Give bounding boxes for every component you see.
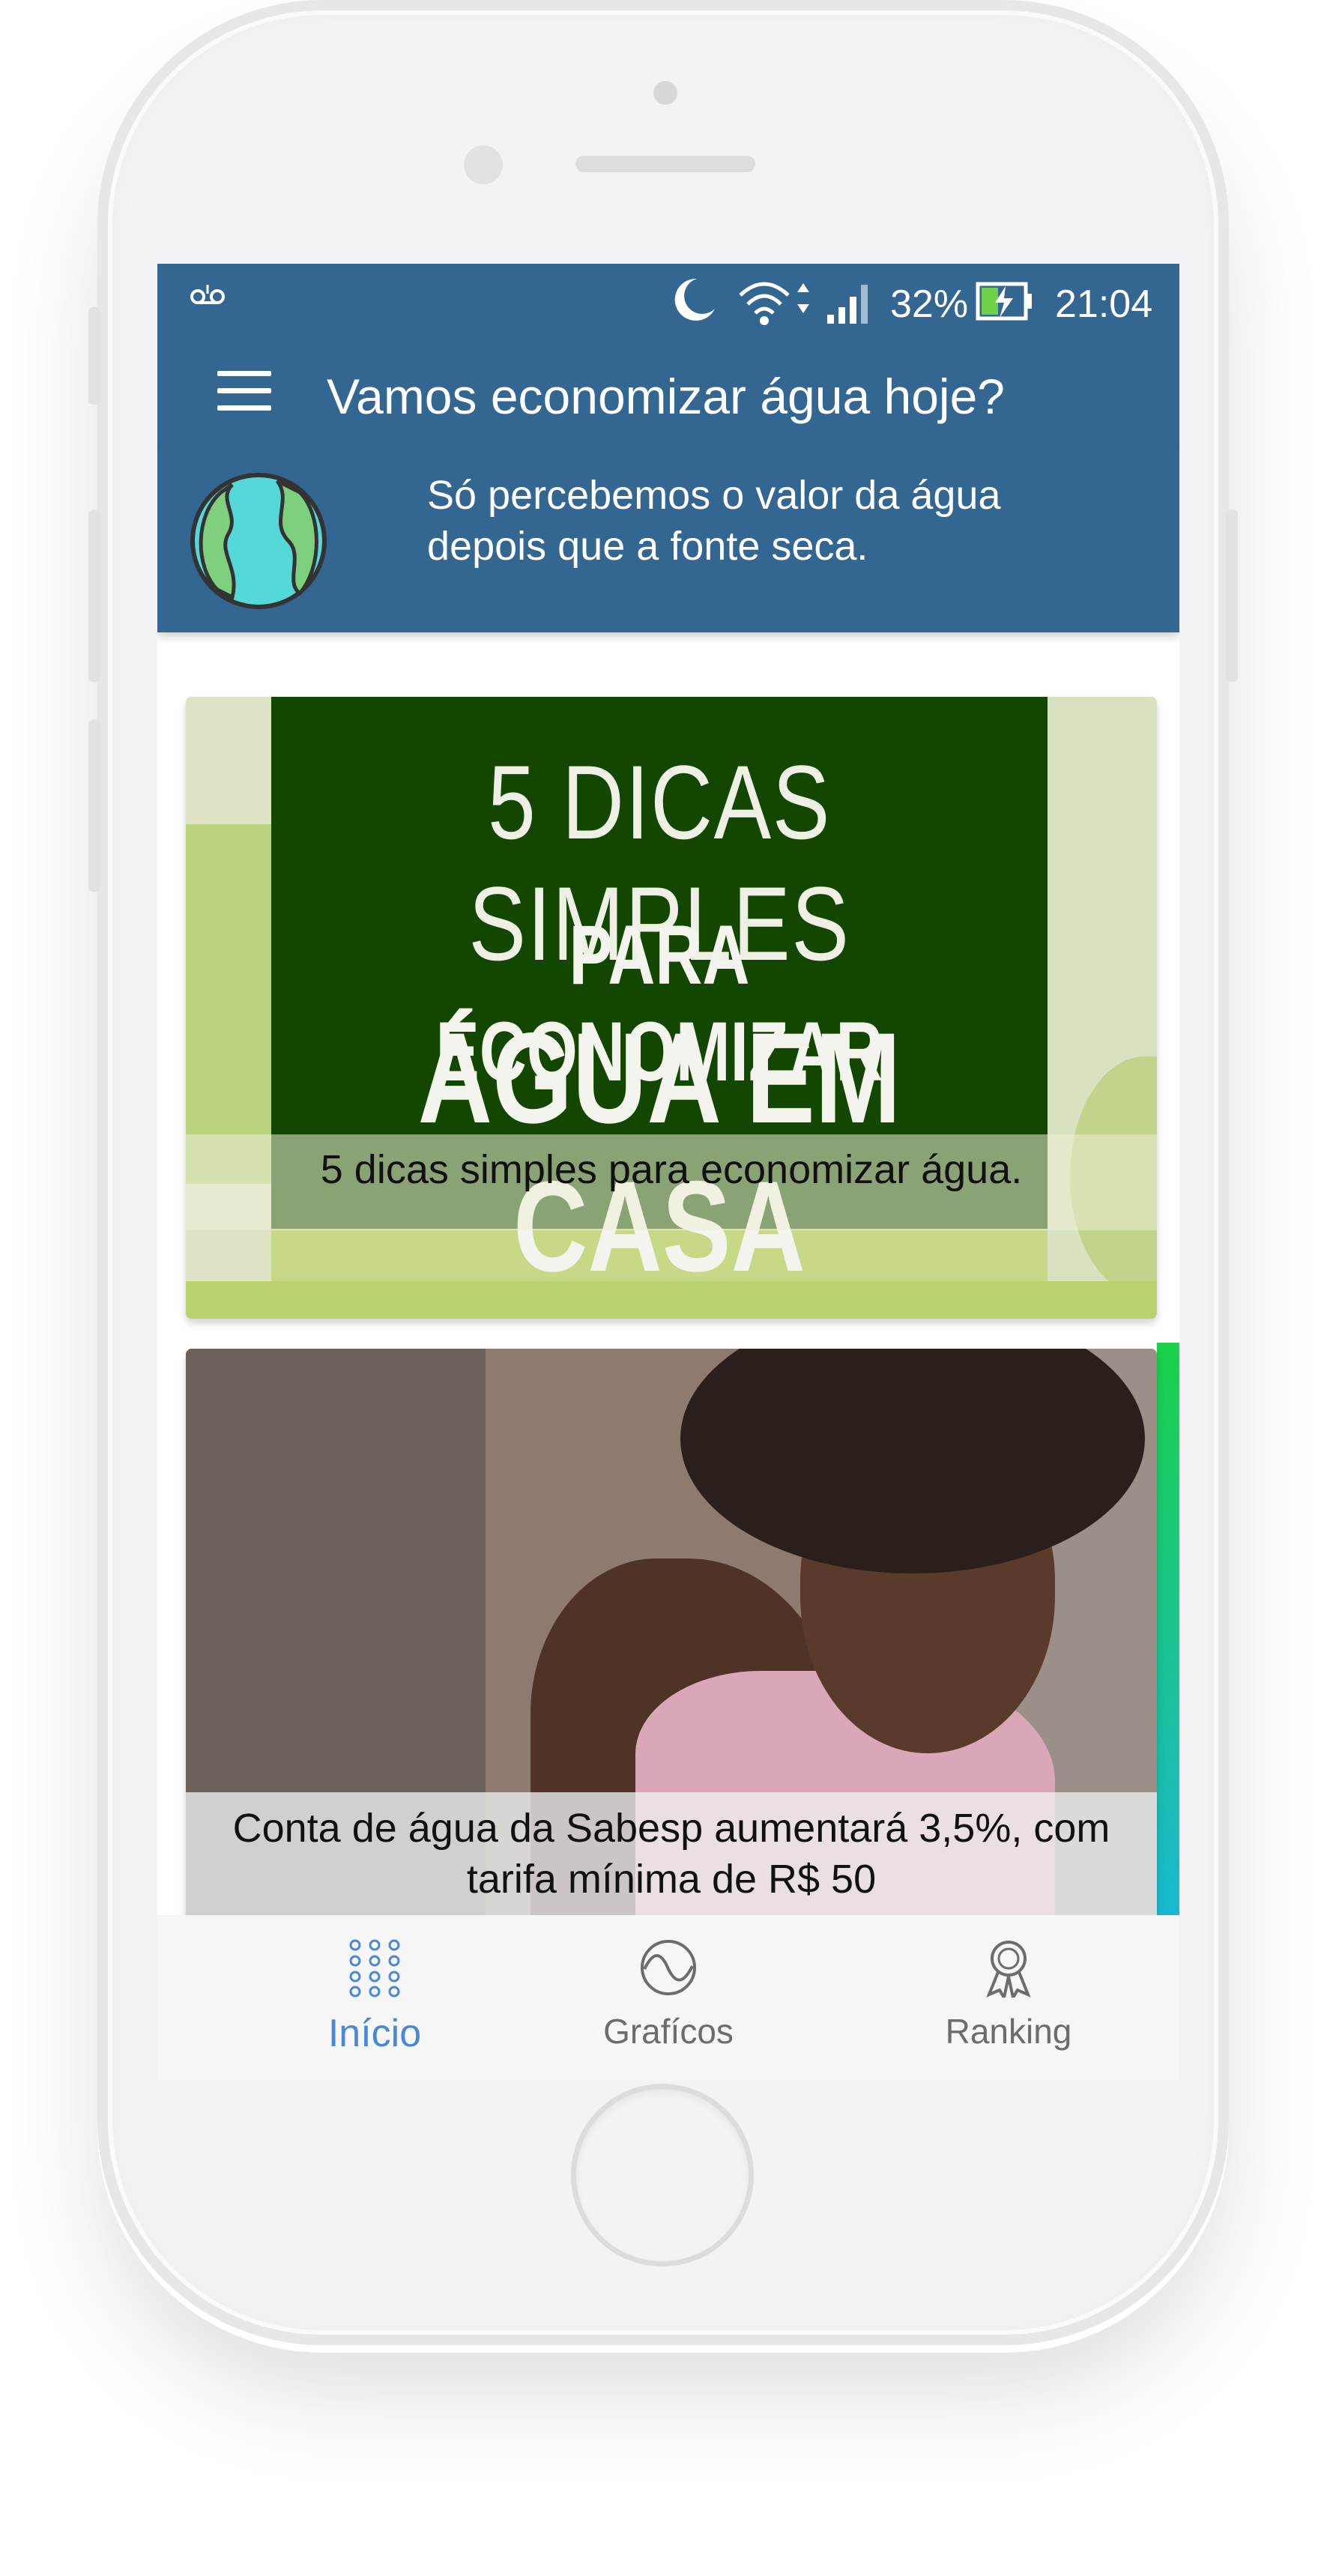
nav-label-ranking: Ranking: [945, 2012, 1072, 2051]
front-camera: [464, 145, 503, 184]
quote-header: Só percebemos o valor da água depois que…: [157, 447, 1179, 632]
nav-item-inicio[interactable]: Início: [262, 1915, 487, 2080]
battery-charging-icon: [976, 282, 1032, 321]
news-card-water-tips[interactable]: 5 DICAS SIMPLES PARA ECONOMIZAR ÁGUA EM …: [186, 697, 1157, 1319]
wifi-icon: [739, 282, 809, 325]
card-image-shape: [186, 824, 271, 1184]
award-ribbon-icon: [986, 1941, 1031, 1998]
nav-item-ranking[interactable]: Ranking: [896, 1915, 1121, 2080]
wave-circle-icon: [641, 1940, 696, 1995]
app-title: Vamos economizar água hoje?: [327, 369, 1005, 424]
nav-item-graficos[interactable]: Grafícos: [556, 1915, 781, 2080]
hamburger-menu-icon[interactable]: [217, 371, 271, 416]
earpiece-speaker: [575, 156, 755, 172]
grid-dots-icon: [349, 1939, 400, 1998]
news-card-sabesp[interactable]: Conta de água da Sabesp aumentará 3,5%, …: [186, 1349, 1157, 1948]
clock: 21:04: [1055, 282, 1153, 326]
nav-label-graficos: Grafícos: [603, 2012, 734, 2051]
globe-icon: [190, 473, 327, 609]
card-caption: 5 dicas simples para economizar água.: [320, 1147, 1023, 1192]
volume-up-button: [88, 510, 100, 682]
signal-icon: [827, 285, 868, 324]
phone-screen: 32% 21:04 Vamos economizar água hoje? Só…: [157, 264, 1179, 2080]
voicemail-icon: [190, 285, 225, 304]
do-not-disturb-moon-icon: [674, 278, 715, 321]
battery-percent: 32%: [890, 282, 969, 326]
card-image-accent: [1157, 1343, 1179, 1948]
mute-switch: [88, 307, 100, 405]
home-button[interactable]: [571, 2084, 754, 2267]
bottom-navigation: Início Grafícos Ranking: [157, 1915, 1179, 2080]
power-button: [1226, 510, 1238, 682]
app-bar: Vamos economizar água hoje?: [157, 342, 1179, 447]
quote-text: Só percebemos o valor da água depois que…: [427, 473, 1001, 569]
volume-down-button: [88, 719, 100, 892]
proximity-sensor: [653, 81, 677, 105]
nav-label-inicio: Início: [327, 2012, 422, 2055]
card-caption: Conta de água da Sabesp aumentará 3,5%, …: [232, 1806, 1110, 1902]
status-bar: 32% 21:04: [157, 264, 1179, 342]
